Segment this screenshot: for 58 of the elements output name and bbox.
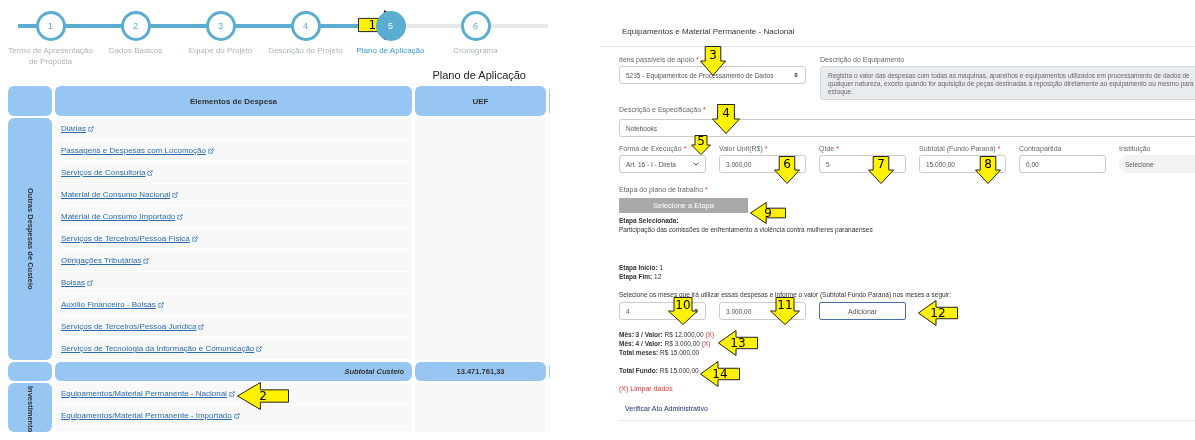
callout-number: 11: [777, 299, 793, 312]
external-link-icon: [87, 125, 94, 132]
expense-link[interactable]: Bolsas: [61, 278, 93, 287]
callout-number: 7: [877, 158, 885, 171]
expense-link[interactable]: Serviços de Terceiros/Pessoa Física: [61, 234, 198, 243]
expense-link[interactable]: Serviços de Consultoria: [61, 168, 154, 177]
callout-arrow: [868, 156, 894, 184]
callout-number: 8: [984, 158, 992, 171]
modal-title: Equipamentos e Material Permanente - Nacional: [600, 27, 1195, 47]
external-link-icon: [172, 191, 179, 198]
sort-caret-icon: [793, 72, 799, 78]
plan-title: Plano de Aplicação: [431, 69, 527, 83]
external-link-icon: [143, 257, 150, 264]
expense-link[interactable]: Material de Consumo Importado: [61, 212, 184, 221]
subtotal-cell: [8, 362, 52, 381]
callout-arrow: [700, 361, 740, 387]
header-cell: [8, 86, 52, 116]
external-link-icon: [87, 279, 93, 286]
callout-arrow: [975, 156, 1001, 184]
callout-number: 4: [722, 107, 730, 119]
callout-number: 6: [783, 158, 791, 171]
expense-link[interactable]: Equipamentos/Material Permanente - Importado: [61, 411, 240, 420]
callout-number: 3: [709, 49, 717, 61]
callout-number: 10: [675, 299, 691, 312]
expense-link[interactable]: Passagens e Despesas com Locomoção: [61, 146, 214, 155]
callout-number: 2: [259, 390, 267, 402]
external-link-icon: [198, 323, 205, 330]
external-link-icon: [157, 301, 164, 308]
callout-arrow: [718, 330, 758, 356]
callout-number: 13: [730, 337, 746, 349]
external-link-icon: [191, 235, 198, 242]
column-header: Elementos de Despesa: [55, 86, 412, 116]
expense-link[interactable]: Material de Consumo Nacional: [61, 190, 179, 199]
expense-link[interactable]: Serviços de Tecnologia da Informação e Comunicação: [61, 344, 263, 353]
expense-link[interactable]: Auxílio Financeiro - Bolsas: [61, 300, 164, 309]
callout-arrow: [770, 297, 800, 325]
chevron-down-icon: [693, 161, 699, 167]
callout-number: 9: [764, 207, 772, 219]
callout-number: 14: [712, 368, 728, 380]
external-link-icon: [177, 213, 184, 220]
callout-arrow: [750, 202, 786, 224]
expense-link[interactable]: Obrigações Tributárias: [61, 256, 150, 265]
callout-arrow: [237, 382, 289, 410]
column-header: UEF: [415, 86, 546, 116]
callout-arrow: [918, 300, 958, 326]
callout-number: 12: [930, 307, 946, 319]
expense-link[interactable]: Diárias: [61, 124, 94, 133]
external-link-icon: [207, 147, 214, 154]
callout-number: 5: [697, 135, 705, 147]
callout-arrow: [668, 297, 698, 325]
expense-link[interactable]: Serviços de Terceiros/Pessoa Jurídica: [61, 322, 205, 331]
external-link-icon: [256, 345, 263, 352]
callout-arrow: [774, 156, 800, 184]
external-link-icon: [228, 390, 235, 397]
expense-link[interactable]: Equipamentos/Material Permanente - Nacional: [61, 389, 235, 398]
callout-number: 1: [368, 19, 377, 31]
external-link-icon: [147, 169, 154, 176]
external-link-icon: [233, 412, 240, 419]
